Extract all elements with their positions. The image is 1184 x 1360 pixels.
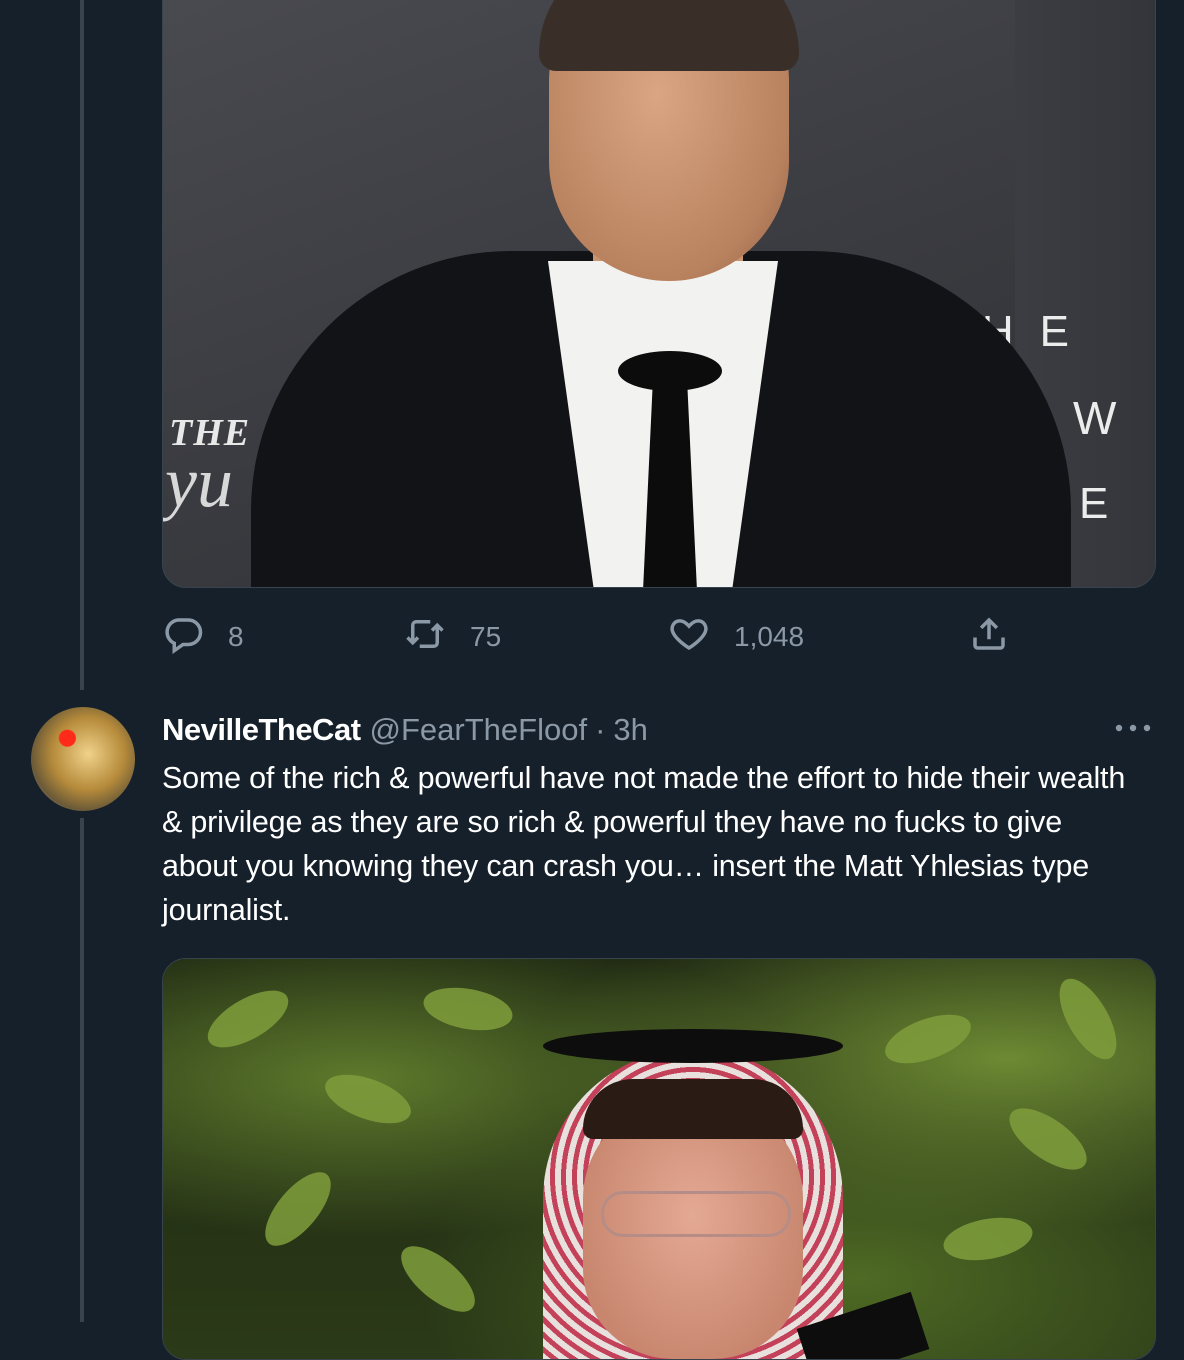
backdrop-text: W [1073, 392, 1117, 444]
backdrop-text: E [1079, 479, 1109, 528]
retweet-button[interactable]: 75 [404, 612, 501, 662]
tweet-photo[interactable]: THE yu THE W E [162, 0, 1156, 588]
share-icon [968, 613, 1010, 662]
like-icon [668, 613, 710, 662]
thread-connector-line [80, 818, 84, 1322]
separator-dot: · [595, 712, 606, 747]
more-options-button[interactable] [1110, 710, 1156, 750]
tweet-photo[interactable] [162, 958, 1156, 1360]
tweet-action-bar: 8 75 1,048 [162, 612, 1022, 662]
tweet-text: Some of the rich & powerful have not mad… [162, 761, 1126, 927]
retweet-icon [404, 613, 446, 662]
reply-count: 8 [228, 621, 244, 652]
tweet-timestamp[interactable]: 3h [613, 712, 647, 748]
more-options-icon [1113, 721, 1153, 739]
thread-connector-line [80, 0, 84, 690]
reply-icon [162, 613, 204, 662]
like-count: 1,048 [734, 621, 805, 652]
tweet-header: NevilleTheCat @FearTheFloof · 3h [162, 708, 648, 752]
reply-button[interactable]: 8 [162, 612, 244, 662]
display-name[interactable]: NevilleTheCat [162, 712, 361, 748]
share-button[interactable] [968, 612, 1010, 662]
retweet-count: 75 [470, 621, 502, 652]
user-handle[interactable]: @FearTheFloof [370, 712, 588, 748]
backdrop-text: yu [165, 442, 233, 522]
like-button[interactable]: 1,048 [668, 612, 804, 662]
avatar[interactable] [31, 707, 135, 811]
